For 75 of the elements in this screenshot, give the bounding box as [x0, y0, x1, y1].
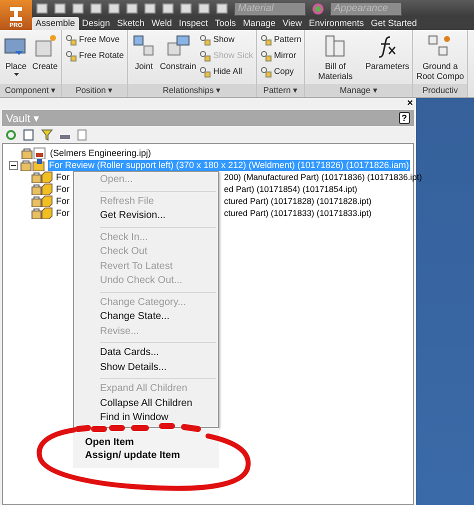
toolbar-icon[interactable]	[90, 3, 102, 14]
locked-part-icon	[31, 207, 53, 219]
filter-icon[interactable]	[41, 128, 53, 140]
refresh-icon[interactable]	[5, 128, 17, 140]
tree-item[interactable]: For	[55, 196, 70, 206]
help-button[interactable]: ?	[398, 112, 410, 124]
ribbon-tab[interactable]: Weld	[148, 17, 176, 30]
toolbar-icon[interactable]	[72, 3, 84, 14]
close-button[interactable]: ×	[407, 98, 413, 110]
locked-part-icon	[31, 171, 53, 183]
ribbon-button[interactable]: Bill of Materials	[308, 33, 362, 84]
menu-item[interactable]: Open Item	[85, 436, 219, 448]
locked-part-icon	[31, 183, 53, 195]
ribbon-button[interactable]: Parameters	[365, 33, 410, 84]
menu-item[interactable]: Collapse All Children	[74, 396, 218, 411]
ribbon-tab[interactable]: Assemble	[32, 17, 79, 30]
ribbon-button[interactable]: Hide All	[199, 65, 253, 78]
toolbar-icon[interactable]	[144, 3, 156, 14]
tree-item-text: ctured Part) (10171828) (10171828.ipt)	[224, 196, 372, 206]
toolbar-icon[interactable]	[36, 3, 48, 14]
ribbon-tab[interactable]: Manage	[239, 17, 279, 30]
toolbar-icon[interactable]	[126, 3, 138, 14]
menu-item[interactable]: Find in Window	[74, 411, 218, 426]
ribbon-button[interactable]: Place	[3, 33, 29, 84]
panel-title[interactable]: Relationships ▾	[128, 84, 256, 97]
ribbon-tab[interactable]: Tools	[211, 17, 240, 30]
color-wheel-icon	[312, 2, 324, 14]
document-icon[interactable]	[23, 128, 35, 140]
locked-part-icon	[31, 195, 53, 207]
menu-item[interactable]: Show Details...	[74, 360, 218, 375]
ribbon-button[interactable]: Joint	[130, 33, 157, 84]
locked-assembly-icon	[20, 159, 46, 171]
tree-item-text: ed Part) (10171854) (10171854.ipt)	[224, 184, 358, 194]
ribbon-tab[interactable]: Sketch	[114, 17, 148, 30]
show-icon	[199, 34, 212, 46]
ribbon-tab[interactable]: Inspect	[175, 17, 212, 30]
panel-title[interactable]: Pattern ▾	[256, 84, 304, 97]
locked-file-icon	[21, 147, 47, 159]
toolbar-icon[interactable]	[198, 3, 210, 14]
menu-item[interactable]: Data Cards...	[74, 346, 218, 360]
menu-item[interactable]: Change State...	[74, 310, 218, 324]
ribbon-tab[interactable]: View	[278, 17, 306, 30]
page-icon[interactable]	[77, 128, 87, 140]
ribbon-button[interactable]: Constrain	[160, 33, 196, 84]
ribbon-button[interactable]: Copy	[260, 65, 302, 78]
panel-title[interactable]: Position ▾	[62, 84, 127, 97]
ribbon-button[interactable]: Pattern	[260, 33, 302, 46]
show-icon	[199, 50, 212, 62]
toolbar-icon[interactable]	[216, 3, 228, 14]
toolbar-icon[interactable]	[180, 3, 192, 14]
ribbon-tab[interactable]: Get Started	[367, 17, 420, 30]
letter-logo-icon	[9, 6, 23, 22]
ribbon-button[interactable]: Free Rotate	[65, 49, 124, 62]
toolbar-icon[interactable]	[108, 3, 120, 14]
tree-item-text: ctured Part) (10171833) (10171833.ipt)	[224, 208, 372, 218]
ribbon-tab[interactable]: Environments	[305, 17, 368, 30]
ribbon-button[interactable]: Ground a Root Compo	[416, 33, 464, 84]
panel-title[interactable]: Component ▾	[0, 84, 61, 97]
toolbar-icon[interactable]	[54, 3, 66, 14]
panel-title[interactable]: Manage ▾	[305, 84, 412, 97]
menu-item[interactable]: Get Revision...	[74, 209, 218, 224]
toolbar-icon[interactable]	[162, 3, 174, 14]
ribbon-tab[interactable]: Design	[78, 17, 114, 30]
ribbon-button[interactable]: Create	[32, 33, 58, 84]
tree-item[interactable]: (Selmers Engineering.ipj)	[49, 148, 152, 158]
tree-item[interactable]: For	[55, 208, 70, 218]
ribbon-button[interactable]: Free Move	[65, 33, 124, 46]
menu-item[interactable]: Assign/ update Item	[85, 448, 219, 462]
collapse-icon[interactable]	[9, 160, 18, 170]
show-icon	[199, 66, 212, 78]
panel-title[interactable]: Productiv	[413, 84, 468, 97]
ribbon-button[interactable]: Mirror	[260, 49, 302, 62]
ribbon-button[interactable]: Show	[199, 33, 253, 46]
tree-item[interactable]: For	[55, 172, 70, 182]
tree-item[interactable]: For	[55, 184, 70, 194]
